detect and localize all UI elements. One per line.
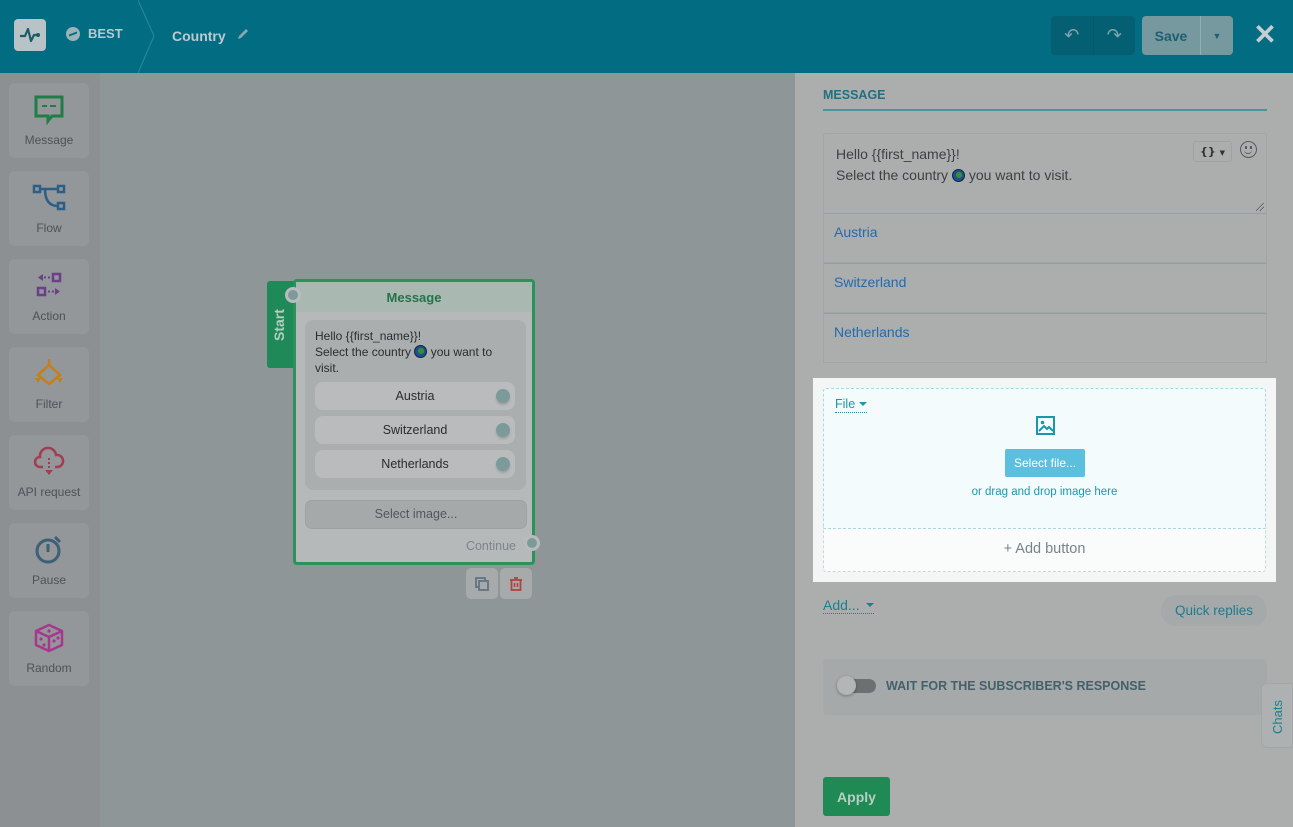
connection-port[interactable] [496, 389, 510, 403]
input-port[interactable] [285, 287, 301, 303]
node-title: Message [296, 282, 532, 312]
filter-icon [35, 359, 63, 386]
wait-response-setting: WAIT FOR THE SUBSCRIBER'S RESPONSE [823, 659, 1267, 715]
action-icon [36, 272, 62, 297]
palette-item-random[interactable]: Random [9, 611, 89, 686]
apply-button[interactable]: Apply [823, 777, 890, 816]
top-bar: BEST Country ↶ ↷ Save ▼ ✕ [0, 0, 1293, 73]
message-textarea[interactable]: Hello {{first_name}}! Select the country… [823, 133, 1267, 213]
palette-label: Pause [31, 573, 67, 587]
globe-emoji-icon [414, 345, 428, 358]
block-palette: Message Flow Action Filter API request P… [0, 73, 100, 827]
page-title: Country [172, 27, 250, 44]
duplicate-node-button[interactable] [466, 568, 498, 599]
palette-item-message[interactable]: Message [9, 83, 89, 158]
connection-port[interactable] [496, 457, 510, 471]
dice-icon [34, 623, 64, 653]
save-button[interactable]: Save [1142, 16, 1201, 55]
close-icon: ✕ [1253, 19, 1277, 50]
file-attachment-block: File Select file... or drag and drop ima… [813, 378, 1276, 582]
pencil-icon[interactable] [236, 27, 250, 44]
resize-handle[interactable] [1256, 203, 1264, 211]
api-request-icon [33, 446, 65, 475]
close-button[interactable]: ✕ [1253, 19, 1277, 50]
node-button[interactable]: Austria [315, 382, 515, 410]
copy-icon [475, 576, 489, 591]
palette-label: Action [32, 309, 66, 323]
palette-label: API request [17, 485, 81, 499]
breadcrumb-separator [138, 0, 155, 73]
pause-timer-icon [35, 535, 62, 564]
undo-button[interactable]: ↶ [1051, 16, 1094, 55]
panel-section-title: MESSAGE [823, 88, 886, 102]
node-message-text: Hello {{first_name}}! Select the country… [315, 329, 493, 375]
message-icon [34, 95, 64, 126]
node-button[interactable]: Switzerland [315, 416, 515, 444]
node-button[interactable]: Netherlands [315, 450, 515, 478]
caret-down-icon: ▼ [1219, 149, 1225, 157]
palette-item-action[interactable]: Action [9, 259, 89, 334]
connection-port[interactable] [496, 423, 510, 437]
image-icon [1036, 416, 1055, 435]
message-button-item[interactable]: Switzerland [823, 263, 1267, 313]
flow-name: Country [172, 27, 226, 44]
messenger-icon [66, 26, 80, 41]
insert-variable-button[interactable]: {} ▼ [1193, 141, 1232, 162]
node-message-bubble: Hello {{first_name}}! Select the country… [305, 320, 526, 490]
message-button-item[interactable]: Austria [823, 213, 1267, 263]
undo-icon: ↶ [1064, 25, 1080, 45]
palette-label: Random [26, 661, 72, 675]
section-divider [823, 109, 1267, 111]
save-options-button[interactable]: ▼ [1201, 16, 1233, 55]
history-controls: ↶ ↷ [1051, 16, 1135, 55]
chats-tab[interactable]: Chats [1261, 683, 1293, 748]
drop-hint: or drag and drop image here [971, 486, 1118, 498]
redo-icon: ↷ [1106, 25, 1122, 45]
flow-icon [32, 184, 66, 211]
message-buttons-list: Austria Switzerland Netherlands [823, 213, 1267, 363]
pulse-logo-icon[interactable] [14, 19, 46, 51]
select-file-button[interactable]: Select file... [1005, 449, 1085, 477]
bot-name: BEST [88, 26, 123, 41]
message-button-item[interactable]: Netherlands [823, 313, 1267, 363]
caret-down-icon [859, 402, 868, 406]
palette-label: Filter [35, 397, 63, 411]
properties-panel: MESSAGE Hello {{first_name}}! Select the… [795, 73, 1293, 827]
emoji-picker-icon[interactable] [1240, 141, 1257, 158]
redo-button[interactable]: ↷ [1094, 16, 1136, 55]
chats-label: Chats [1270, 700, 1285, 734]
palette-label: Flow [36, 221, 62, 235]
quick-replies-button[interactable]: Quick replies [1161, 595, 1267, 626]
caret-down-icon [865, 603, 874, 607]
bot-selector[interactable]: BEST [66, 26, 123, 41]
trash-icon [510, 576, 522, 591]
node-toolbar [466, 568, 532, 599]
add-button[interactable]: + Add button [823, 528, 1266, 572]
palette-item-filter[interactable]: Filter [9, 347, 89, 422]
continue-label: Continue [465, 539, 516, 553]
palette-item-api-request[interactable]: API request [9, 435, 89, 510]
continue-port[interactable] [524, 535, 540, 551]
wait-response-label: WAIT FOR THE SUBSCRIBER'S RESPONSE [886, 679, 1146, 693]
globe-emoji-icon [951, 169, 965, 182]
add-content-dropdown[interactable]: Add... [823, 597, 874, 614]
save-group: Save ▼ [1142, 16, 1233, 55]
palette-item-flow[interactable]: Flow [9, 171, 89, 246]
start-label: Start [271, 309, 287, 341]
palette-item-pause[interactable]: Pause [9, 523, 89, 598]
node-select-image[interactable]: Select image... [305, 500, 527, 529]
message-node[interactable]: Message Hello {{first_name}}! Select the… [293, 279, 535, 565]
wait-response-toggle[interactable] [837, 676, 876, 695]
file-type-dropdown[interactable]: File [835, 397, 868, 413]
file-drop-zone[interactable]: File Select file... or drag and drop ima… [823, 388, 1266, 528]
delete-node-button[interactable] [500, 568, 532, 599]
braces-icon: {} [1200, 145, 1216, 158]
caret-down-icon: ▼ [1212, 30, 1222, 41]
palette-label: Message [24, 133, 74, 147]
